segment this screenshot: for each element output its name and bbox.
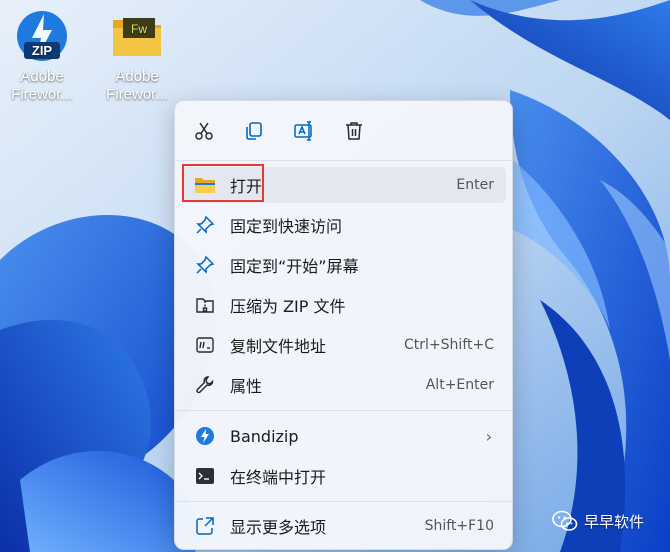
- menu-item-shortcut: Shift+F10: [424, 518, 494, 534]
- separator: [175, 160, 512, 161]
- separator: [175, 501, 512, 502]
- more-options-icon: [193, 514, 217, 538]
- menu-item-label: 固定到快速访问: [230, 217, 343, 236]
- chevron-right-icon: ›: [485, 426, 492, 446]
- wrench-icon: [193, 373, 217, 397]
- wechat-icon: [552, 510, 578, 531]
- quick-actions-bar: [175, 101, 512, 159]
- menu-item-label: 压缩为 ZIP 文件: [230, 297, 346, 316]
- menu-item-bandizip[interactable]: Bandizip ›: [183, 418, 506, 454]
- menu-item-open-terminal[interactable]: 在终端中打开: [183, 458, 506, 494]
- desktop-icon-label-line1: Adobe: [20, 68, 64, 85]
- desktop-icon-label-line1: Adobe: [115, 68, 159, 85]
- zip-folder-icon: [193, 293, 217, 317]
- menu-item-show-more-options[interactable]: 显示更多选项 Shift+F10: [183, 508, 506, 544]
- rename-button[interactable]: [289, 116, 319, 146]
- path-copy-icon: [193, 333, 217, 357]
- menu-item-shortcut: Alt+Enter: [425, 377, 494, 393]
- svg-text:ZIP: ZIP: [32, 43, 53, 58]
- desktop-icon-folder[interactable]: Fw Adobe Firewor...: [97, 8, 177, 104]
- watermark: 早早软件: [552, 510, 644, 532]
- menu-item-pin-quick-access[interactable]: 固定到快速访问: [183, 207, 506, 243]
- fireworks-logo-text: Fw: [131, 22, 147, 36]
- annotation-highlight-box: [182, 164, 264, 202]
- menu-item-label: 固定到“开始”屏幕: [230, 257, 359, 276]
- menu-item-pin-start[interactable]: 固定到“开始”屏幕: [183, 247, 506, 283]
- folder-icon: Fw: [109, 8, 165, 64]
- menu-item-compress-zip[interactable]: 压缩为 ZIP 文件: [183, 287, 506, 323]
- desktop-icon-label-line2: Firewor...: [11, 86, 73, 103]
- menu-item-label: Bandizip: [230, 426, 299, 446]
- menu-item-shortcut: Enter: [456, 177, 494, 193]
- terminal-icon: [193, 464, 217, 488]
- desktop-icon-label-line2: Firewor...: [106, 86, 168, 103]
- watermark-text: 早早软件: [584, 512, 645, 531]
- menu-item-shortcut: Ctrl+Shift+C: [404, 337, 494, 353]
- delete-button[interactable]: [339, 116, 369, 146]
- bandizip-zip-icon: ZIP: [14, 8, 70, 64]
- copy-button[interactable]: [239, 116, 269, 146]
- bandizip-icon: [193, 424, 217, 448]
- menu-item-properties[interactable]: 属性 Alt+Enter: [183, 367, 506, 403]
- rename-icon: [294, 121, 312, 141]
- copy-icon: [246, 122, 262, 140]
- cut-button[interactable]: [189, 116, 219, 146]
- menu-item-copy-path[interactable]: 复制文件地址 Ctrl+Shift+C: [183, 327, 506, 363]
- menu-item-label: 显示更多选项: [230, 518, 327, 537]
- menu-item-label: 属性: [230, 377, 263, 396]
- menu-item-label: 复制文件地址: [230, 337, 327, 356]
- scissors-icon: [195, 122, 213, 140]
- pin-icon: [193, 253, 217, 277]
- menu-item-label: 在终端中打开: [230, 468, 327, 487]
- desktop-icon-zip[interactable]: ZIP Adobe Firewor...: [2, 8, 82, 104]
- separator: [175, 410, 512, 411]
- pin-icon: [193, 213, 217, 237]
- trash-icon: [346, 122, 362, 140]
